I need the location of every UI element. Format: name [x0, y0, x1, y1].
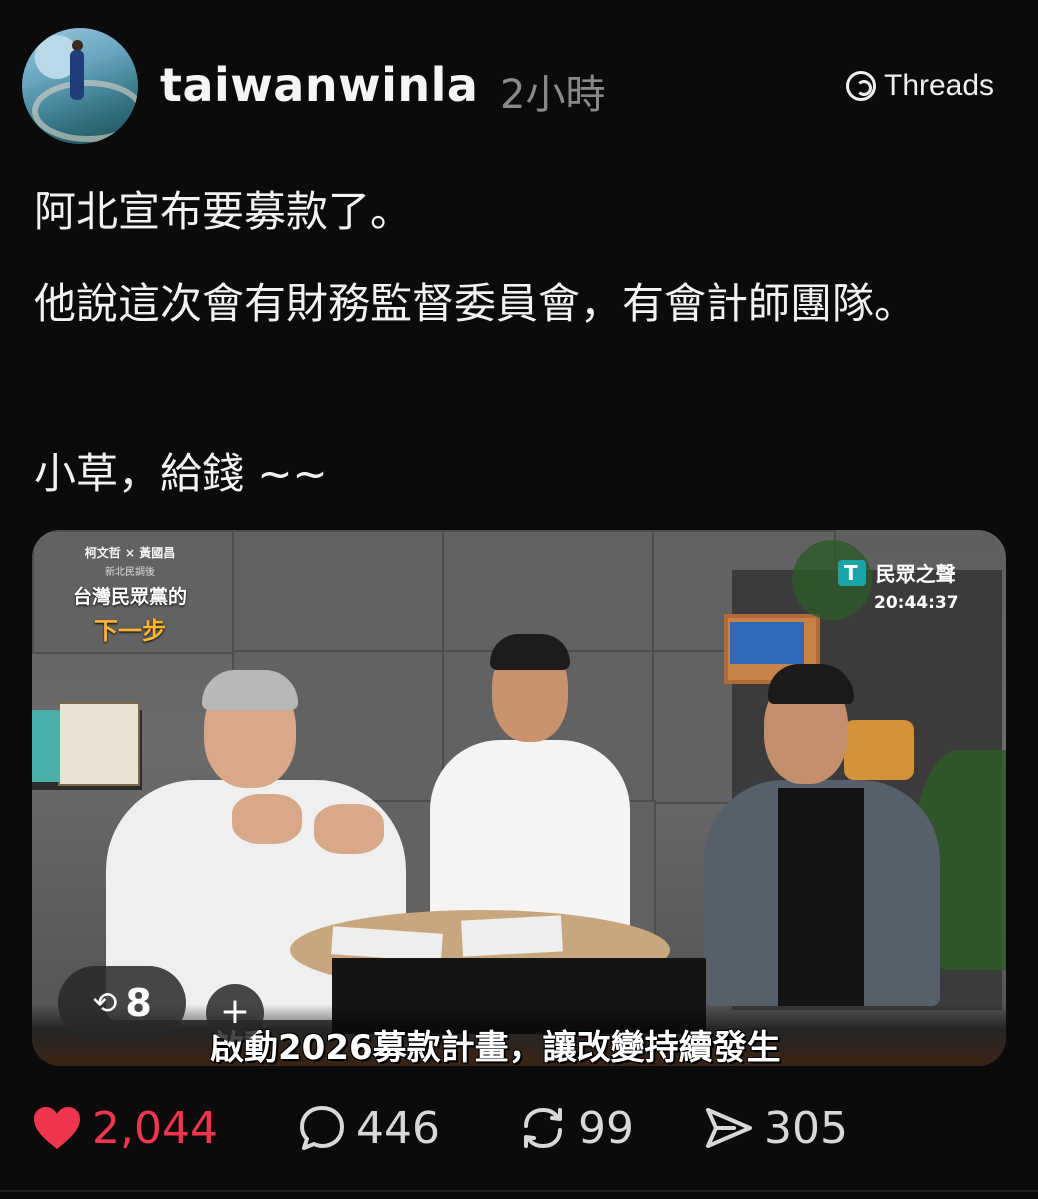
- repost-count-pill[interactable]: ⟲ 8: [58, 966, 186, 1040]
- username[interactable]: taiwanwinla: [160, 58, 478, 112]
- post-header: taiwanwinla 2小時 Threads: [0, 0, 1038, 170]
- action-bar: 2,044 446 99 305: [0, 1092, 1038, 1172]
- program-step: 下一步: [94, 617, 166, 645]
- paper: [461, 915, 563, 957]
- avatar[interactable]: [22, 28, 138, 144]
- video-caption: 啟動2026募款計畫，讓改變持續發生: [210, 1028, 781, 1066]
- book-cover: [58, 702, 140, 786]
- warm-lamp: [844, 720, 914, 780]
- comment-icon: [300, 1106, 344, 1150]
- person-left-hand: [314, 804, 384, 854]
- repost-icon: [524, 1107, 562, 1149]
- repost-pill-count: 8: [125, 981, 152, 1025]
- post-text-line-2: 他說這次會有財務監督委員會，有會計師團隊。: [34, 279, 917, 328]
- threads-label: Threads: [884, 69, 995, 102]
- program-title: 台灣民眾黨的: [72, 586, 187, 608]
- person-right-shirt: [778, 788, 864, 1006]
- person-middle-hair: [490, 634, 570, 670]
- like-button[interactable]: 2,044: [32, 1092, 218, 1164]
- wall-panel: [232, 530, 446, 654]
- small-tv-screen: [730, 622, 804, 664]
- person-left-hand: [232, 794, 302, 844]
- threads-brand: Threads: [846, 66, 994, 106]
- threads-icon: [846, 71, 876, 101]
- post-text-line-3: 小草，給錢 ~~: [34, 449, 328, 498]
- post-text-line-1: 阿北宣布要募款了。: [34, 187, 413, 236]
- repost-icon: ⟲: [92, 985, 118, 1021]
- broadcaster-logo: 民眾之聲 20:44:37: [838, 558, 959, 613]
- share-count: 305: [764, 1102, 848, 1154]
- broadcaster-icon: [838, 559, 866, 586]
- broadcaster-name: 民眾之聲: [875, 562, 956, 586]
- post-media-video[interactable]: 柯文哲 × 黃國昌 新北民調後 台灣民眾黨的 下一步 民眾之聲 20:44:37…: [32, 530, 1006, 1066]
- program-overlay: 柯文哲 × 黃國昌 新北民調後 台灣民眾黨的 下一步: [50, 544, 210, 646]
- comment-count: 446: [356, 1102, 440, 1154]
- timestamp: 2小時: [500, 72, 606, 118]
- book-spine: [32, 710, 60, 782]
- like-count: 2,044: [92, 1102, 218, 1154]
- person-middle-body: [430, 740, 630, 930]
- avatar-runner-body: [70, 50, 84, 100]
- program-guests: 柯文哲 × 黃國昌: [84, 546, 176, 560]
- divider: [0, 1190, 1038, 1192]
- person-left-hair: [202, 670, 298, 710]
- avatar-track-graphic: [32, 80, 138, 142]
- program-subtitle: 新北民調後: [105, 567, 155, 578]
- broadcast-time: 20:44:37: [874, 593, 959, 613]
- repost-button[interactable]: 99: [518, 1092, 634, 1164]
- repost-count: 99: [578, 1102, 634, 1154]
- share-button[interactable]: 305: [704, 1092, 848, 1164]
- heart-icon: [34, 1107, 80, 1149]
- send-icon: [706, 1108, 752, 1148]
- comment-button[interactable]: 446: [298, 1092, 440, 1164]
- add-button[interactable]: +: [206, 984, 264, 1042]
